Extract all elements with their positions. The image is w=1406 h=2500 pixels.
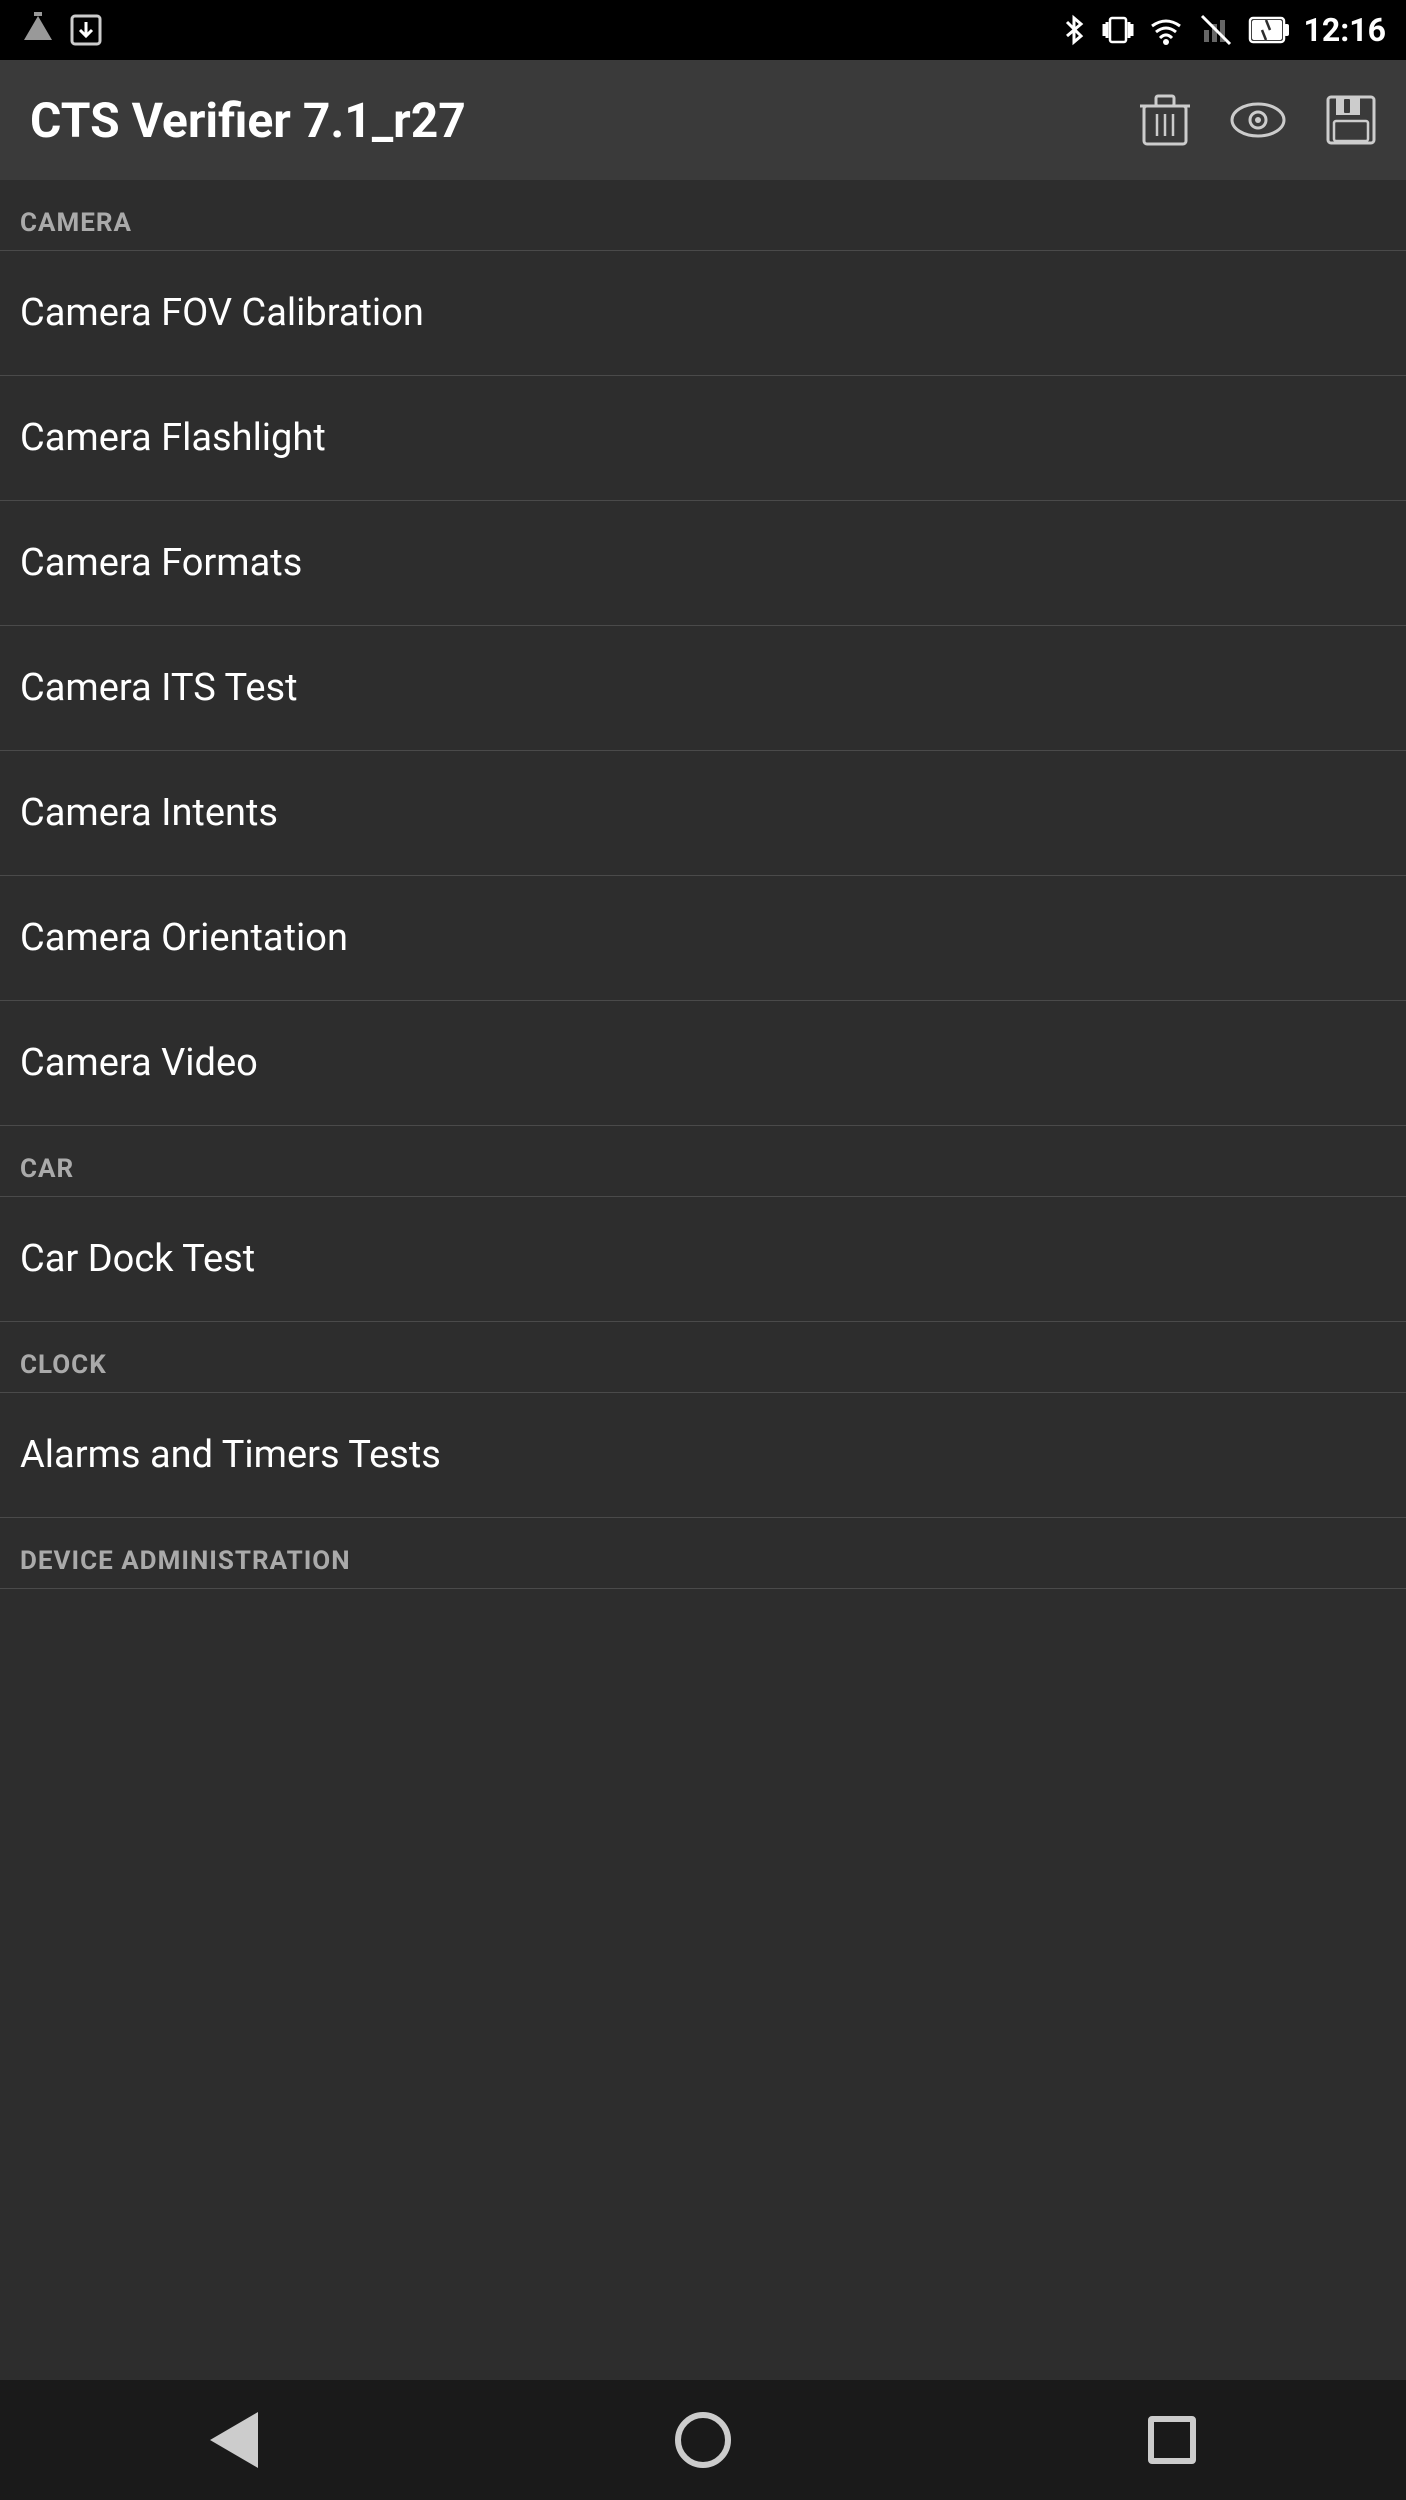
wifi-icon xyxy=(1148,12,1184,48)
trash-icon[interactable] xyxy=(1140,92,1190,148)
save-icon[interactable] xyxy=(1326,95,1376,145)
status-bar-right-icons: 12:16 xyxy=(1060,11,1386,49)
list-item[interactable]: Camera Video xyxy=(0,1001,1406,1126)
section-header-camera: CAMERA xyxy=(0,180,1406,250)
vibrate-icon xyxy=(1102,12,1134,48)
list-item[interactable]: Camera FOV Calibration xyxy=(0,251,1406,376)
divider-device-administration xyxy=(0,1588,1406,1589)
nav-bar xyxy=(0,2380,1406,2500)
bluetooth-icon xyxy=(1060,12,1088,48)
section-header-clock: CLOCK xyxy=(0,1322,1406,1392)
nav-home-button[interactable] xyxy=(663,2400,743,2480)
status-time: 12:16 xyxy=(1304,11,1386,49)
eye-icon[interactable] xyxy=(1230,100,1286,140)
list-item[interactable]: Alarms and Timers Tests xyxy=(0,1393,1406,1518)
section-header-car: CAR xyxy=(0,1126,1406,1196)
nav-back-button[interactable] xyxy=(194,2400,274,2480)
nav-recents-button[interactable] xyxy=(1132,2400,1212,2480)
list-item[interactable]: Camera Formats xyxy=(0,501,1406,626)
status-bar-left-icons xyxy=(20,12,104,48)
list-item[interactable]: Car Dock Test xyxy=(0,1197,1406,1322)
signal-icon xyxy=(1198,12,1234,48)
app-bar: CTS Verifier 7.1_r27 xyxy=(0,60,1406,180)
list-item[interactable]: Camera ITS Test xyxy=(0,626,1406,751)
download-icon xyxy=(68,12,104,48)
notification-icon xyxy=(20,12,56,48)
list-item[interactable]: Camera Orientation xyxy=(0,876,1406,1001)
section-header-device-administration: DEVICE ADMINISTRATION xyxy=(0,1518,1406,1588)
content: CAMERACamera FOV CalibrationCamera Flash… xyxy=(0,180,1406,2380)
app-title: CTS Verifier 7.1_r27 xyxy=(30,92,466,149)
list-item[interactable]: Camera Intents xyxy=(0,751,1406,876)
status-bar: 12:16 xyxy=(0,0,1406,60)
list-item[interactable]: Camera Flashlight xyxy=(0,376,1406,501)
app-bar-actions xyxy=(1140,92,1376,148)
battery-icon xyxy=(1248,12,1290,48)
